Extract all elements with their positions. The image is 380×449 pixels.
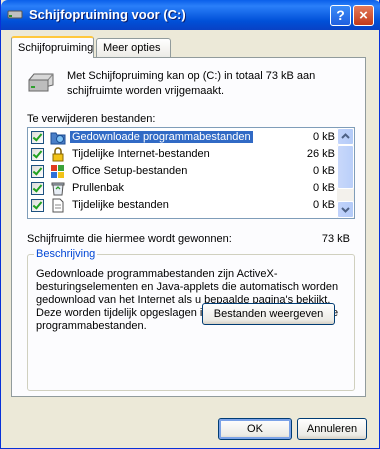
temp-files-icon xyxy=(52,198,64,213)
file-size: 0 kB xyxy=(312,182,335,194)
chevron-up-icon xyxy=(341,133,350,139)
disk-drive-icon xyxy=(7,10,23,19)
file-name: Prullenbak xyxy=(72,182,124,194)
file-size: 26 kB xyxy=(306,148,335,160)
files-to-delete-label: Te verwijderen bestanden: xyxy=(27,113,156,125)
file-name: Gedownloade programmabestanden xyxy=(70,131,253,143)
cancel-button[interactable]: Annuleren xyxy=(297,418,367,440)
list-scrollbar[interactable] xyxy=(337,128,354,218)
disk-cleanup-window: Schijfopruiming voor (C:) ? × Schijfopru… xyxy=(0,0,380,449)
list-item[interactable]: Office Setup-bestanden 0 kB xyxy=(28,163,339,180)
description-title: Beschrijving xyxy=(34,248,98,260)
close-button[interactable]: × xyxy=(353,5,374,26)
tab-more-options[interactable]: Meer opties xyxy=(96,38,171,57)
file-name: Tijdelijke bestanden xyxy=(72,199,169,211)
title-bar[interactable]: Schijfopruiming voor (C:) ? × xyxy=(1,0,380,30)
office-setup-icon xyxy=(51,165,64,178)
files-list[interactable]: Gedownloade programmabestanden 0 kB Tijd… xyxy=(27,127,355,219)
view-files-button[interactable]: Bestanden weergeven xyxy=(202,303,335,325)
window-title: Schijfopruiming voor (C:) xyxy=(29,7,186,22)
space-gained-value: 73 kB xyxy=(321,233,350,245)
file-size: 0 kB xyxy=(312,199,335,211)
space-gained-label: Schijfruimte die hiermee wordt gewonnen: xyxy=(27,233,232,245)
ok-button[interactable]: OK xyxy=(218,418,292,440)
tab-disk-cleanup[interactable]: Schijfopruiming xyxy=(11,36,94,58)
hard-disk-icon xyxy=(28,73,54,92)
checkbox[interactable] xyxy=(31,199,44,212)
help-button[interactable]: ? xyxy=(330,5,351,26)
checkbox[interactable] xyxy=(31,131,44,144)
scroll-down-button[interactable] xyxy=(337,201,354,218)
list-item[interactable]: Tijdelijke Internet-bestanden 26 kB xyxy=(28,146,339,163)
intro-text: Met Schijfopruiming kan op (C:) in totaa… xyxy=(67,70,316,97)
recycle-bin-icon xyxy=(51,182,65,196)
tab-panel: Met Schijfopruiming kan op (C:) in totaa… xyxy=(11,57,366,397)
file-size: 0 kB xyxy=(312,131,335,143)
file-size: 0 kB xyxy=(312,165,335,177)
lock-icon xyxy=(52,147,64,162)
file-name: Office Setup-bestanden xyxy=(72,165,188,177)
chevron-down-icon xyxy=(341,207,350,213)
list-item[interactable]: Gedownloade programmabestanden 0 kB xyxy=(28,129,339,146)
folder-globe-icon xyxy=(50,132,66,145)
list-item[interactable]: Prullenbak 0 kB xyxy=(28,180,339,197)
scroll-up-button[interactable] xyxy=(337,128,354,145)
file-name: Tijdelijke Internet-bestanden xyxy=(72,148,210,160)
scroll-thumb[interactable] xyxy=(337,145,354,189)
checkbox[interactable] xyxy=(31,182,44,195)
list-item[interactable]: Tijdelijke bestanden 0 kB xyxy=(28,197,339,214)
checkbox[interactable] xyxy=(31,148,44,161)
checkbox[interactable] xyxy=(31,165,44,178)
